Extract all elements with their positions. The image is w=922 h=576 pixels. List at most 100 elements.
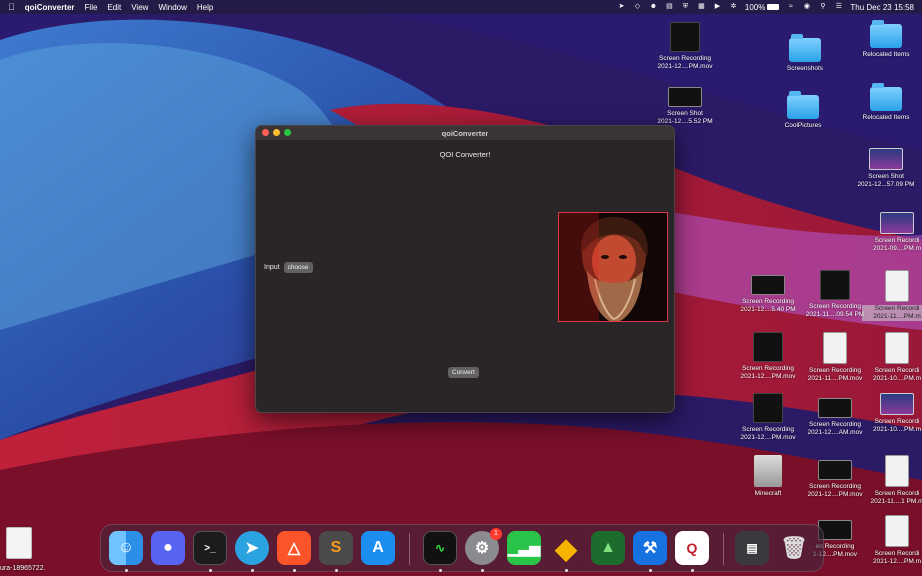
xcode-icon[interactable]: ⚒	[633, 531, 667, 565]
discord-icon[interactable]: ●	[151, 531, 185, 565]
desktop-item[interactable]: Screenshots	[770, 34, 840, 73]
desktop-item[interactable]: Screen Recordi 2021-09....PM.m	[862, 212, 922, 253]
menu-file[interactable]: File	[85, 3, 98, 12]
menu-view[interactable]: View	[131, 3, 148, 12]
desktop-item[interactable]: Screen Recording 2021-12....AM.mov	[800, 398, 870, 437]
numbers-icon[interactable]: ▁▃▅	[507, 531, 541, 565]
window-titlebar[interactable]: qoiConverter	[256, 126, 674, 140]
desktop-item[interactable]: Screen Recordi 2021-10....PM.m	[862, 332, 922, 383]
desktop-item[interactable]: Minecraft	[733, 455, 803, 498]
window-title: qoiConverter	[441, 128, 489, 138]
bluetooth-icon[interactable]: ✲	[729, 3, 738, 11]
desktop-item-label: Screen Recording 2021-12....PM.mov	[740, 365, 796, 380]
folder-icon	[870, 20, 902, 48]
search-icon[interactable]: ⚲	[818, 3, 827, 11]
battery-icon	[767, 4, 780, 10]
running-indicator	[293, 569, 296, 572]
desktop-item[interactable]: Screen Recording 2021-12....PM.mov	[733, 393, 803, 442]
desktop-item[interactable]: Screen Recording 2021-12....PM.mov	[733, 332, 803, 381]
desktop-item-label: Screen Recordi 2021-11....1 PM.m	[870, 490, 922, 505]
desktop-item[interactable]: Screen Recording 2021-12....5.40 PM	[733, 275, 803, 314]
menu-app-name[interactable]: qoiConverter	[25, 3, 75, 12]
convert-button[interactable]: Convert	[448, 367, 479, 378]
desktop-item[interactable]: Screen Shot 2021-12...57.09 PM	[851, 148, 921, 189]
desktop-item[interactable]: Relocated Items	[851, 83, 921, 122]
control-center-icon[interactable]: ☰	[834, 3, 843, 11]
screenshot-file-icon	[869, 148, 903, 170]
running-indicator	[209, 569, 212, 572]
menu-window[interactable]: Window	[158, 3, 186, 12]
desktop-item[interactable]: Screen Recordi 2021-11....PM.m	[862, 270, 922, 321]
battery-indicator[interactable]: 100%	[745, 3, 780, 12]
brave-icon[interactable]: △	[277, 531, 311, 565]
desktop-item[interactable]: Screen Recording 2021-11....PM.mov	[800, 332, 870, 383]
sketch-icon[interactable]: ◇	[633, 3, 642, 11]
screenshot-file-icon	[668, 87, 702, 107]
folder-icon	[870, 83, 902, 111]
video-file-icon	[670, 22, 700, 52]
apple-icon[interactable]: 	[8, 2, 15, 12]
user-icon[interactable]: ☻	[649, 3, 658, 11]
downloads-icon[interactable]: ▤	[735, 531, 769, 565]
tower-icon[interactable]: ▲	[591, 531, 625, 565]
dock: ☺ ● >_ ➤ △ S A ∿ ⚙ 1 ▁▃▅ ◆ ▲ ⚒ Q ▤ 🗑	[100, 524, 824, 572]
desktop-item[interactable]: Screen Recording 2021-12....PM.mov	[800, 460, 870, 499]
image-preview	[558, 212, 668, 322]
wifi-icon[interactable]: ≈	[786, 3, 795, 11]
desktop-item[interactable]: Screen Recordi 2021-11....1 PM.m	[862, 455, 922, 506]
play-icon[interactable]: ▶	[713, 3, 722, 11]
sketch-icon[interactable]: ◆	[549, 531, 583, 565]
close-button[interactable]	[262, 129, 269, 136]
desktop-item[interactable]: Relocated Items	[851, 20, 921, 59]
running-indicator	[565, 569, 568, 572]
menu-bar:  qoiConverter File Edit View Window Hel…	[0, 0, 922, 14]
terminal-icon[interactable]: >_	[193, 531, 227, 565]
minimize-button[interactable]	[273, 129, 280, 136]
desktop-item-label: Screen Recording 2021-12....PM.mov	[657, 55, 713, 70]
notification-badge: 1	[490, 528, 502, 540]
finder-icon[interactable]: ☺	[109, 531, 143, 565]
activity-monitor-icon[interactable]: ∿	[423, 531, 457, 565]
video-file-icon	[753, 332, 783, 362]
status-area: ➤ ◇ ☻ ▤ ⛨ ▦ ▶ ✲ 100% ≈ ◉ ⚲ ☰ Thu Dec 23 …	[617, 3, 914, 12]
desktop-item[interactable]: Screen Recording 2021-11....09.54 PM	[800, 270, 870, 319]
telegram-icon[interactable]: ➤	[235, 531, 269, 565]
menu-clock[interactable]: Thu Dec 23 15:58	[850, 3, 914, 12]
desktop-item-label: Screenshots	[786, 65, 824, 72]
pdf-file-icon[interactable]	[6, 527, 32, 559]
desktop-item[interactable]: Screen Recording 2021-12....PM.mov	[650, 22, 720, 71]
cpu-icon[interactable]: ▦	[697, 3, 706, 11]
running-indicator	[649, 569, 652, 572]
desktop-item-label: Screen Recordi 2021-09....PM.m	[872, 237, 922, 252]
maximize-button[interactable]	[284, 129, 291, 136]
desktop-item-label: Screen Recording 2021-12....AM.mov	[807, 421, 863, 436]
desktop-item-label: CoolPictures	[784, 122, 822, 129]
dock-separator	[723, 533, 724, 565]
desktop-item[interactable]: CoolPictures	[768, 91, 838, 130]
input-label: Input	[264, 264, 280, 271]
sublime-icon[interactable]: S	[319, 531, 353, 565]
choose-button[interactable]: choose	[283, 262, 313, 273]
video-file-icon	[880, 212, 914, 234]
desktop-item[interactable]: Screen Recordi 2021-10....PM.m	[862, 393, 922, 434]
trash-icon[interactable]: 🗑	[777, 531, 811, 565]
video-file-icon	[818, 460, 852, 480]
running-indicator	[125, 569, 128, 572]
desktop-item[interactable]: Screen Recordi 2021-12....PM.m	[862, 515, 922, 566]
vpn-icon[interactable]: ▤	[665, 3, 674, 11]
desktop-item[interactable]: Screen Shot 2021-12....5.52 PM	[650, 87, 720, 126]
minecraft-icon	[754, 455, 782, 487]
qoi-converter-icon[interactable]: Q	[675, 531, 709, 565]
video-file-icon	[880, 393, 914, 415]
menu-edit[interactable]: Edit	[107, 3, 121, 12]
desktop-item-label: Relocated Items	[862, 51, 910, 58]
user-switch-icon[interactable]: ◉	[802, 3, 811, 11]
desktop-item-label: Screen Recordi 2021-11....PM.m	[862, 305, 922, 321]
traffic-lights	[262, 129, 291, 136]
menu-help[interactable]: Help	[197, 3, 213, 12]
desktop-item-label: Screen Recordi 2021-10....PM.m	[872, 418, 922, 433]
telegram-icon[interactable]: ➤	[617, 3, 626, 11]
shield-icon[interactable]: ⛨	[681, 3, 690, 11]
app-store-icon[interactable]: A	[361, 531, 395, 565]
settings-icon[interactable]: ⚙ 1	[465, 528, 502, 565]
